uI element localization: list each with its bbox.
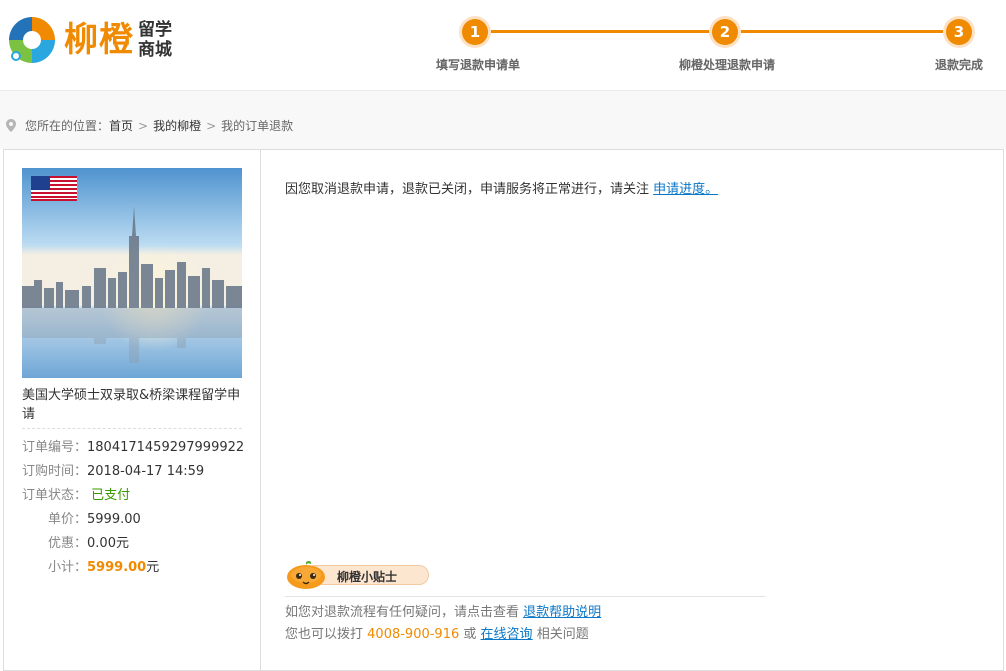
order-status-label: 订单状态： [22, 488, 88, 503]
tips-badge: 柳橙小贴士 [285, 560, 433, 589]
discount-value: 0.00元 [87, 536, 129, 551]
subtotal-value: 5999.00 [87, 560, 147, 575]
breadcrumb-bar: 您所在的位置： 首页 > 我的柳橙 > 我的订单退款 [0, 91, 1006, 149]
order-status-value: 已支付 [91, 488, 131, 503]
logo-text: 柳橙 [64, 20, 134, 60]
subtotal-label: 小计： [48, 560, 88, 575]
subtotal-unit: 元 [146, 560, 160, 575]
unit-price-value: 5999.00 [87, 512, 141, 527]
breadcrumb-separator: > [138, 118, 149, 133]
refund-status-text: 因您取消退款申请，退款已关闭，申请服务将正常进行，请关注 [285, 182, 650, 197]
breadcrumb-separator: > [206, 118, 217, 133]
refund-status-area: 因您取消退款申请，退款已关闭，申请服务将正常进行，请关注 申请进度。 柳橙小贴士… [261, 150, 1003, 670]
refund-progress-steps: 1 2 3 填写退款申请单 柳橙处理退款申请 退款完成 [420, 15, 1000, 85]
step-2-number: 2 [712, 19, 738, 45]
breadcrumb: 您所在的位置： 首页 > 我的柳橙 > 我的订单退款 [6, 117, 293, 134]
breadcrumb-home[interactable]: 首页 [109, 117, 133, 134]
logo[interactable]: 柳橙 留学 商城 [6, 14, 172, 66]
breadcrumb-current: 我的订单退款 [221, 119, 294, 133]
orange-mascot-icon [287, 560, 325, 589]
step-1-number: 1 [462, 19, 488, 45]
logo-subtitle-line2: 商城 [138, 40, 172, 60]
online-consult-link[interactable]: 在线咨询 [481, 627, 533, 642]
tips-line-1: 如您对退款流程有任何疑问，请点击查看 退款帮助说明 [285, 601, 601, 620]
subtotal-row: 小计：5999.00元 [48, 556, 278, 575]
order-time-value: 2018-04-17 14:59 [87, 464, 205, 479]
page-header: 柳橙 留学 商城 1 2 3 填写退款申请单 柳橙处理退款申请 退款完成 [0, 0, 1006, 91]
step-3-number: 3 [946, 19, 972, 45]
application-progress-link[interactable]: 申请进度。 [653, 182, 718, 197]
order-status-row: 订单状态： 已支付 [22, 484, 252, 503]
discount-row: 优惠：0.00元 [48, 532, 278, 551]
logo-subtitle: 留学 商城 [138, 20, 172, 60]
order-summary: 美国大学硕士双录取&桥梁课程留学申请 订单编号：1804171459297999… [4, 150, 261, 670]
step-3-label: 退款完成 [935, 58, 984, 72]
unit-price-row: 单价：5999.00 [48, 508, 278, 527]
order-number-row: 订单编号：1804171459297999922 [22, 436, 252, 455]
usa-flag-icon [31, 176, 77, 201]
unit-price-label: 单价： [48, 512, 88, 527]
step-2-label: 柳橙处理退款申请 [679, 58, 776, 72]
step-1-marker: 1 [459, 16, 491, 48]
location-pin-icon [6, 119, 16, 132]
breadcrumb-prefix: 您所在的位置： [25, 119, 110, 133]
order-number-value: 1804171459297999922 [87, 440, 245, 455]
logo-subtitle-line1: 留学 [138, 20, 172, 40]
order-time-row: 订购时间：2018-04-17 14:59 [22, 460, 252, 479]
logo-mark-icon [8, 16, 56, 64]
tips-divider [285, 596, 765, 597]
product-title[interactable]: 美国大学硕士双录取&桥梁课程留学申请 [22, 386, 244, 424]
summary-divider [22, 428, 242, 429]
refund-help-link[interactable]: 退款帮助说明 [523, 605, 601, 620]
tips-line-2-prefix: 您也可以拨打 [285, 627, 364, 642]
breadcrumb-my-liucheng[interactable]: 我的柳橙 [153, 117, 201, 134]
order-time-label: 订购时间： [22, 464, 88, 479]
step-3-marker: 3 [943, 16, 975, 48]
step-connector-1 [491, 30, 709, 33]
refund-panel: 美国大学硕士双录取&桥梁课程留学申请 订单编号：1804171459297999… [3, 149, 1004, 671]
hotline-number: 4008-900-916 [367, 627, 460, 642]
refund-status-message: 因您取消退款申请，退款已关闭，申请服务将正常进行，请关注 申请进度。 [285, 178, 718, 197]
tips-line-2: 您也可以拨打 4008-900-916 或 在线咨询 相关问题 [285, 623, 589, 642]
tips-line-2-or: 或 [463, 627, 477, 642]
order-number-label: 订单编号： [22, 440, 88, 455]
step-connector-2 [741, 30, 943, 33]
step-2-marker: 2 [709, 16, 741, 48]
tips-line-2-suffix: 相关问题 [536, 627, 589, 642]
tips-line-1-text: 如您对退款流程有任何疑问，请点击查看 [285, 605, 520, 620]
tips-badge-label: 柳橙小贴士 [337, 570, 398, 584]
product-image[interactable] [22, 168, 242, 378]
discount-label: 优惠： [48, 536, 88, 551]
step-1-label: 填写退款申请单 [436, 58, 521, 72]
